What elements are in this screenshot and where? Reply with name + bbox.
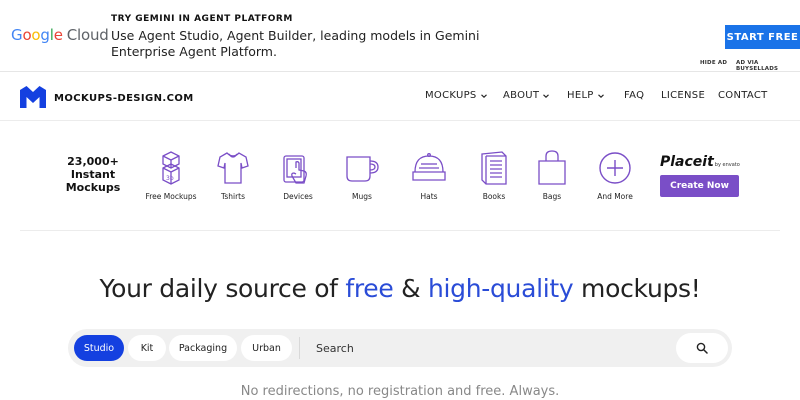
category-mugs[interactable]: Mugs	[327, 150, 397, 201]
category-label: Devices	[283, 192, 313, 201]
tag-urban[interactable]: Urban	[241, 335, 292, 361]
nav-item-faq[interactable]: FAQ	[624, 90, 644, 101]
hat-icon	[412, 153, 446, 181]
instant-label: Mockups	[65, 181, 121, 194]
placeit-by-envato: by envato	[714, 162, 740, 168]
instant-mockups-count: 23,000+ Instant Mockups	[62, 155, 124, 194]
category-label: Bags	[542, 192, 562, 201]
plus-circle-icon	[599, 152, 631, 184]
nav-item-label: CONTACT	[718, 90, 768, 101]
chevron-down-icon	[480, 93, 487, 98]
nav-item-mockups[interactable]: MOCKUPS	[425, 90, 488, 101]
logo-letter: g	[40, 26, 50, 44]
category-label: Free Mockups	[145, 192, 197, 201]
nav-item-label: MOCKUPS	[425, 90, 477, 101]
hero-highlight-free: free	[345, 274, 394, 303]
nav-item-contact[interactable]: CONTACT	[718, 90, 768, 101]
category-devices[interactable]: Devices	[263, 150, 333, 201]
nav-item-help[interactable]: HELP	[567, 90, 605, 101]
placeit-logo[interactable]: Placeitby envato	[660, 154, 740, 170]
tagline: No redirections, no registration and fre…	[240, 384, 560, 399]
ad-via-link[interactable]: AD VIA BUYSELLADS	[736, 60, 800, 72]
start-free-button[interactable]: START FREE	[725, 25, 800, 49]
hide-ad-link[interactable]: HIDE AD	[700, 60, 727, 66]
chevron-down-icon	[597, 93, 604, 98]
box-3d-icon: 3b	[162, 151, 180, 185]
brand-logo-icon[interactable]	[20, 86, 46, 108]
nav-item-label: HELP	[567, 90, 594, 101]
instant-label: Instant	[70, 168, 116, 181]
hero-text: mockups!	[573, 274, 701, 303]
category-label: Mugs	[352, 192, 372, 201]
create-now-button[interactable]: Create Now	[660, 175, 739, 197]
category-label: Tshirts	[220, 192, 246, 201]
nav-item-label: LICENSE	[661, 90, 706, 101]
category-hats[interactable]: Hats	[394, 150, 464, 201]
chevron-down-icon	[543, 93, 550, 98]
tag-packaging[interactable]: Packaging	[169, 335, 237, 361]
devices-icon	[283, 155, 307, 184]
search-input[interactable]	[308, 335, 668, 361]
google-cloud-logo[interactable]: Google Cloud	[11, 26, 109, 44]
logo-letter: e	[53, 26, 63, 44]
book-icon	[481, 151, 507, 185]
nav-item-label: ABOUT	[503, 90, 540, 101]
category-and-more[interactable]: And More	[580, 150, 650, 201]
category-tshirts[interactable]: Tshirts	[198, 150, 268, 201]
search-button[interactable]	[676, 333, 728, 363]
brand-name[interactable]: MOCKUPS-DESIGN.COM	[54, 93, 194, 104]
hero-text: Your daily source of	[99, 274, 346, 303]
category-label: Hats	[420, 192, 438, 201]
bag-icon	[538, 150, 566, 185]
mug-icon	[346, 156, 379, 182]
nav-item-license[interactable]: LICENSE	[661, 90, 705, 101]
tshirt-icon	[217, 152, 249, 184]
hero-heading: Your daily source of free & high-quality…	[0, 274, 800, 303]
hero-highlight-quality: high-quality	[427, 274, 574, 303]
search-icon	[696, 342, 708, 354]
nav-item-label: FAQ	[624, 90, 645, 101]
nav-item-about[interactable]: ABOUT	[503, 90, 550, 101]
hero-text: &	[393, 274, 428, 303]
svg-text:3b: 3b	[166, 175, 174, 182]
tag-studio[interactable]: Studio	[74, 335, 124, 361]
ad-banner: Google Cloud TRY GEMINI IN AGENT PLATFORM…	[0, 0, 800, 72]
search-divider	[299, 337, 300, 359]
category-label: And More	[597, 192, 633, 201]
ad-headline[interactable]: TRY GEMINI IN AGENT PLATFORM	[111, 14, 293, 24]
ad-body-text[interactable]: Use Agent Studio, Agent Builder, leading…	[111, 28, 491, 60]
logo-cloud-word: Cloud	[66, 26, 109, 44]
category-free-mockups[interactable]: 3b Free Mockups	[136, 150, 206, 201]
logo-letter: G	[11, 26, 23, 44]
instant-count: 23,000+	[67, 155, 119, 168]
category-bags[interactable]: Bags	[517, 150, 587, 201]
placeit-brand: Placeit	[660, 154, 714, 170]
tag-kit[interactable]: Kit	[128, 335, 166, 361]
